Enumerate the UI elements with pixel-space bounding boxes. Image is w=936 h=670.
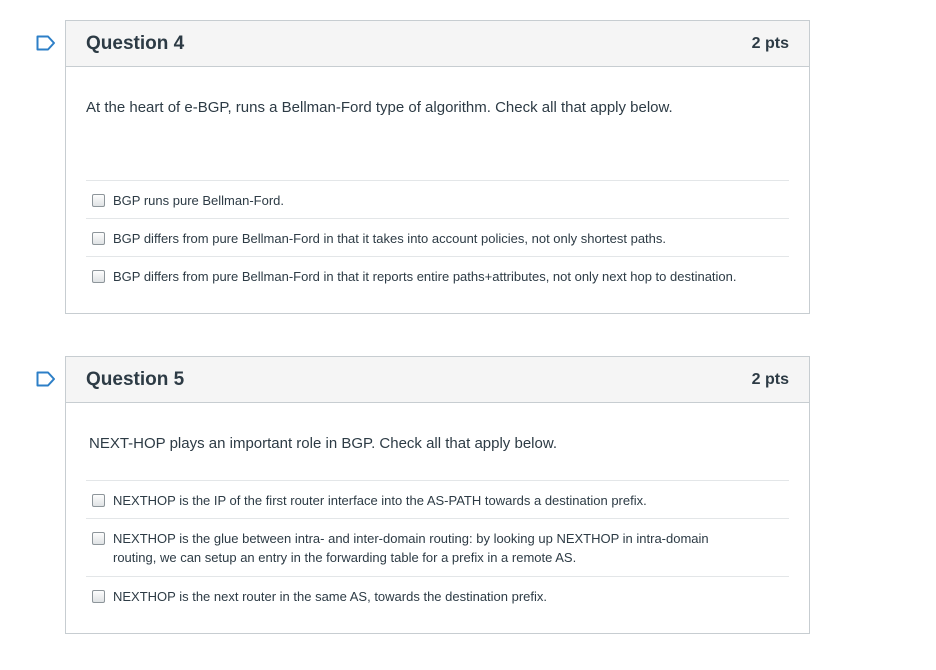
answer-label: BGP differs from pure Bellman-Ford in th… [113,269,737,284]
question-4-title: Question 4 [86,32,185,54]
checkbox-icon[interactable] [92,232,105,245]
answer-option[interactable]: NEXTHOP is the glue between intra- and i… [86,518,789,576]
flag-question-5-icon[interactable] [36,371,56,387]
question-5: Question 5 2 pts NEXT-HOP plays an impor… [65,356,810,634]
question-5-answers: NEXTHOP is the IP of the first router in… [86,480,789,614]
answer-label: BGP runs pure Bellman-Ford. [113,193,284,208]
checkbox-icon[interactable] [92,590,105,603]
answer-option[interactable]: BGP differs from pure Bellman-Ford in th… [86,256,789,294]
answer-option[interactable]: BGP runs pure Bellman-Ford. [86,180,789,218]
flag-question-4-icon[interactable] [36,35,56,51]
checkbox-icon[interactable] [92,494,105,507]
answer-label: BGP differs from pure Bellman-Ford in th… [113,231,667,246]
answer-label: NEXTHOP is the IP of the first router in… [113,493,647,508]
answer-label: NEXTHOP is the glue between intra- and i… [113,531,709,565]
question-4-header: Question 4 2 pts [66,21,809,67]
question-4: Question 4 2 pts At the heart of e-BGP, … [65,20,810,314]
answer-option[interactable]: BGP differs from pure Bellman-Ford in th… [86,218,789,256]
question-5-header: Question 5 2 pts [66,357,809,403]
answer-option[interactable]: NEXTHOP is the IP of the first router in… [86,480,789,518]
question-5-points: 2 pts [751,370,789,388]
checkbox-icon[interactable] [92,270,105,283]
checkbox-icon[interactable] [92,532,105,545]
answer-label: NEXTHOP is the next router in the same A… [113,589,548,604]
question-4-text: At the heart of e-BGP, runs a Bellman-Fo… [86,99,673,116]
question-5-title: Question 5 [86,368,185,390]
answer-option[interactable]: NEXTHOP is the next router in the same A… [86,576,789,614]
checkbox-icon[interactable] [92,194,105,207]
question-4-points: 2 pts [751,34,789,52]
question-4-answers: BGP runs pure Bellman-Ford. BGP differs … [86,180,789,294]
question-5-text: NEXT-HOP plays an important role in BGP.… [89,435,558,452]
